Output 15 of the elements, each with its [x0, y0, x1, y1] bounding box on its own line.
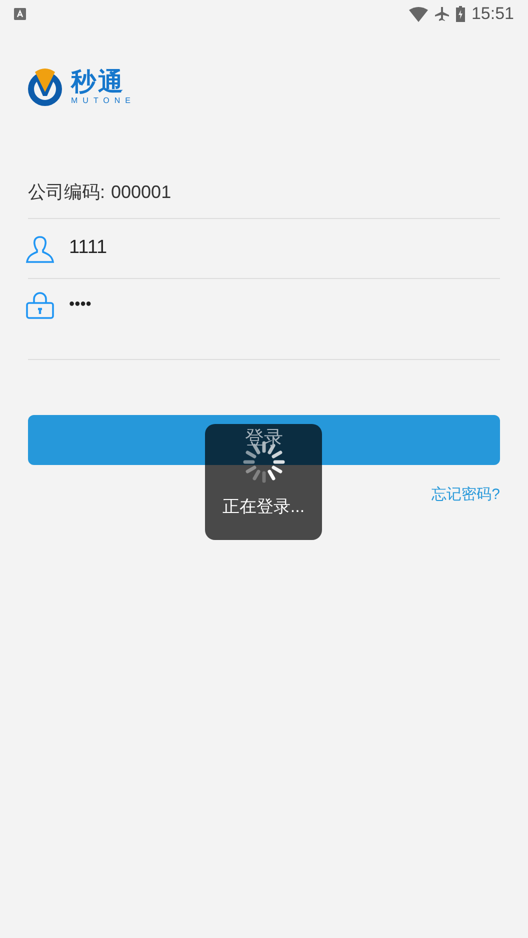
lock-icon	[26, 291, 54, 319]
password-field[interactable]: ••••	[69, 291, 92, 319]
logo-subtitle: MUTONE	[71, 96, 136, 106]
airplane-icon	[434, 6, 450, 22]
clock-time: 15:51	[471, 3, 514, 26]
battery-charging-icon	[456, 6, 466, 22]
wifi-icon	[409, 6, 428, 22]
company-code-label: 公司编码:	[28, 180, 106, 204]
logo-text: 秒通	[71, 68, 125, 96]
user-icon	[26, 234, 54, 262]
company-code-value: 000001	[111, 180, 172, 204]
username-field[interactable]: 1111	[69, 234, 500, 263]
keyboard-icon	[14, 8, 26, 20]
loading-message: 正在登录...	[222, 496, 305, 518]
logo-icon	[27, 68, 63, 106]
